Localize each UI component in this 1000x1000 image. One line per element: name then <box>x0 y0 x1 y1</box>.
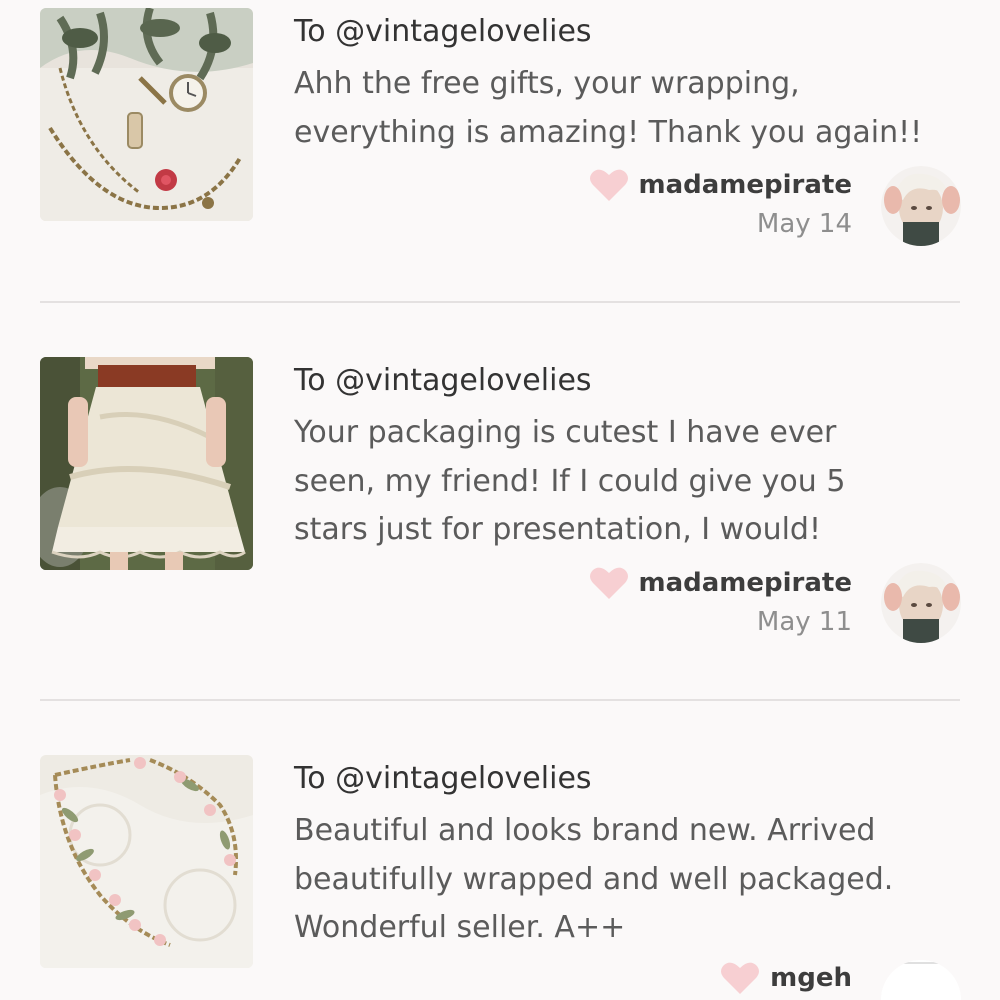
heart-icon[interactable] <box>720 961 760 995</box>
review-text-line: Your packaging is cutest I have ever <box>294 415 837 450</box>
reviewer-avatar-icon <box>881 563 961 643</box>
review-text-line: Wonderful seller. A++ <box>294 910 626 945</box>
skirt-photo-icon <box>40 357 253 570</box>
review-thumbnail[interactable] <box>40 357 253 570</box>
review-item: To @vintagelovelies Your packaging is cu… <box>0 357 1000 697</box>
review-recipient[interactable]: To @vintagelovelies <box>294 12 592 52</box>
divider <box>40 699 960 701</box>
review-date: May 14 <box>756 209 852 239</box>
review-recipient[interactable]: To @vintagelovelies <box>294 361 592 401</box>
review-meta: madamepirate May 14 <box>589 165 852 239</box>
review-thumbnail[interactable] <box>40 8 253 221</box>
heart-icon[interactable] <box>589 168 629 202</box>
necklace-photo-icon <box>40 8 253 221</box>
avatar[interactable] <box>881 960 961 1000</box>
heart-icon[interactable] <box>589 566 629 600</box>
review-meta: mgeh <box>720 958 852 998</box>
review-text-line: Beautiful and looks brand new. Arrived <box>294 813 876 848</box>
review-text: Your packaging is cutest I have ever see… <box>294 409 964 555</box>
review-text-line: seen, my friend! If I could give you 5 <box>294 463 846 499</box>
review-text: Ahh the free gifts, your wrapping, every… <box>294 60 964 157</box>
reviews-feed: To @vintagelovelies Ahh the free gifts, … <box>0 0 1000 1000</box>
review-text-line: stars just for presentation, I would! <box>294 512 821 547</box>
reviewer-avatar-icon <box>881 166 961 246</box>
divider <box>40 301 960 303</box>
reviewer-name[interactable]: mgeh <box>770 963 852 993</box>
review-meta: madamepirate May 11 <box>589 563 852 637</box>
review-item: To @vintagelovelies Ahh the free gifts, … <box>0 8 1000 298</box>
avatar[interactable] <box>881 166 961 246</box>
review-text-line: everything is amazing! Thank you again!! <box>294 114 923 150</box>
review-recipient[interactable]: To @vintagelovelies <box>294 759 592 799</box>
review-thumbnail[interactable] <box>40 755 253 968</box>
reviewer-name[interactable]: madamepirate <box>639 568 852 598</box>
review-text-line: beautifully wrapped and well packaged. <box>294 861 894 897</box>
avatar[interactable] <box>881 563 961 643</box>
review-item: To @vintagelovelies Beautiful and looks … <box>0 755 1000 1000</box>
reviewer-name[interactable]: madamepirate <box>639 170 852 200</box>
review-text: Beautiful and looks brand new. Arrived b… <box>294 807 964 953</box>
review-text-line: Ahh the free gifts, your wrapping, <box>294 66 800 101</box>
review-date: May 11 <box>756 607 852 637</box>
reviewer-avatar-icon <box>881 960 961 1000</box>
floral-necklace-photo-icon <box>40 755 253 968</box>
